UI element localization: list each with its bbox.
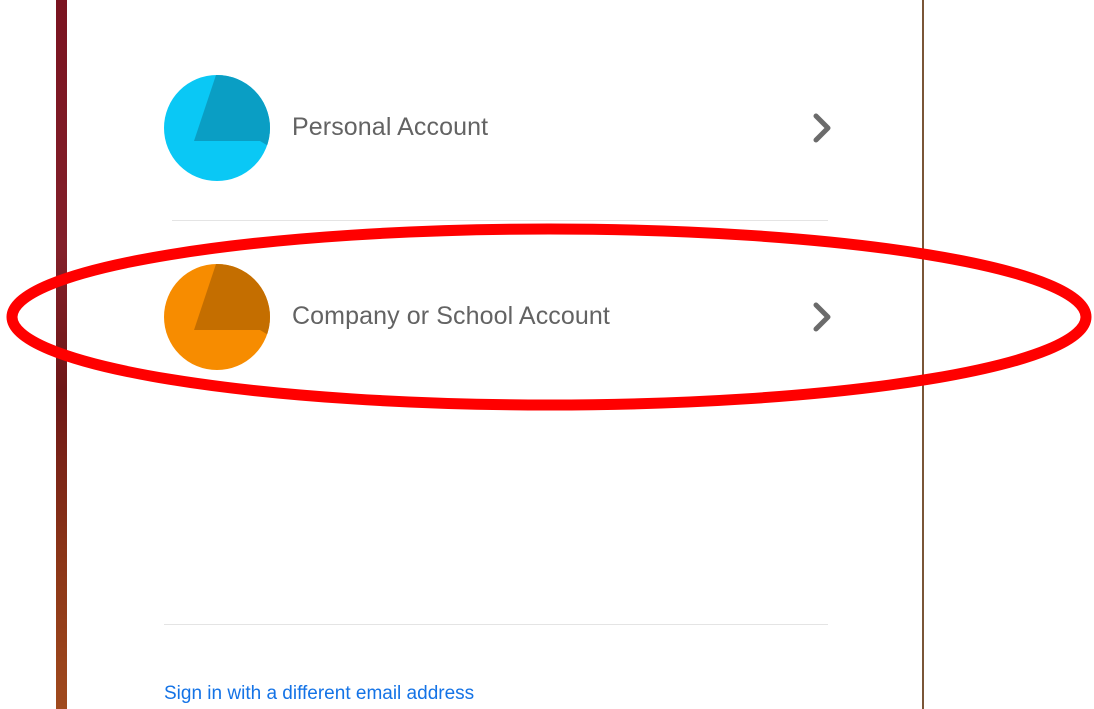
sign-in-different-email-link[interactable]: Sign in with a different email address: [164, 683, 474, 705]
chevron-right-icon: [812, 111, 834, 145]
left-edge-bar: [56, 0, 67, 709]
divider: [164, 624, 828, 625]
company-account-option[interactable]: Company or School Account: [164, 264, 834, 370]
personal-account-option[interactable]: Personal Account: [164, 75, 834, 181]
divider: [172, 220, 828, 221]
company-account-icon: [164, 264, 270, 370]
personal-account-icon: [164, 75, 270, 181]
company-account-label: Company or School Account: [292, 302, 610, 330]
right-edge-line: [922, 0, 924, 709]
account-chooser-page: Personal Account Company or School Accou…: [0, 0, 1094, 709]
chevron-right-icon: [812, 300, 834, 334]
personal-account-label: Personal Account: [292, 113, 489, 141]
